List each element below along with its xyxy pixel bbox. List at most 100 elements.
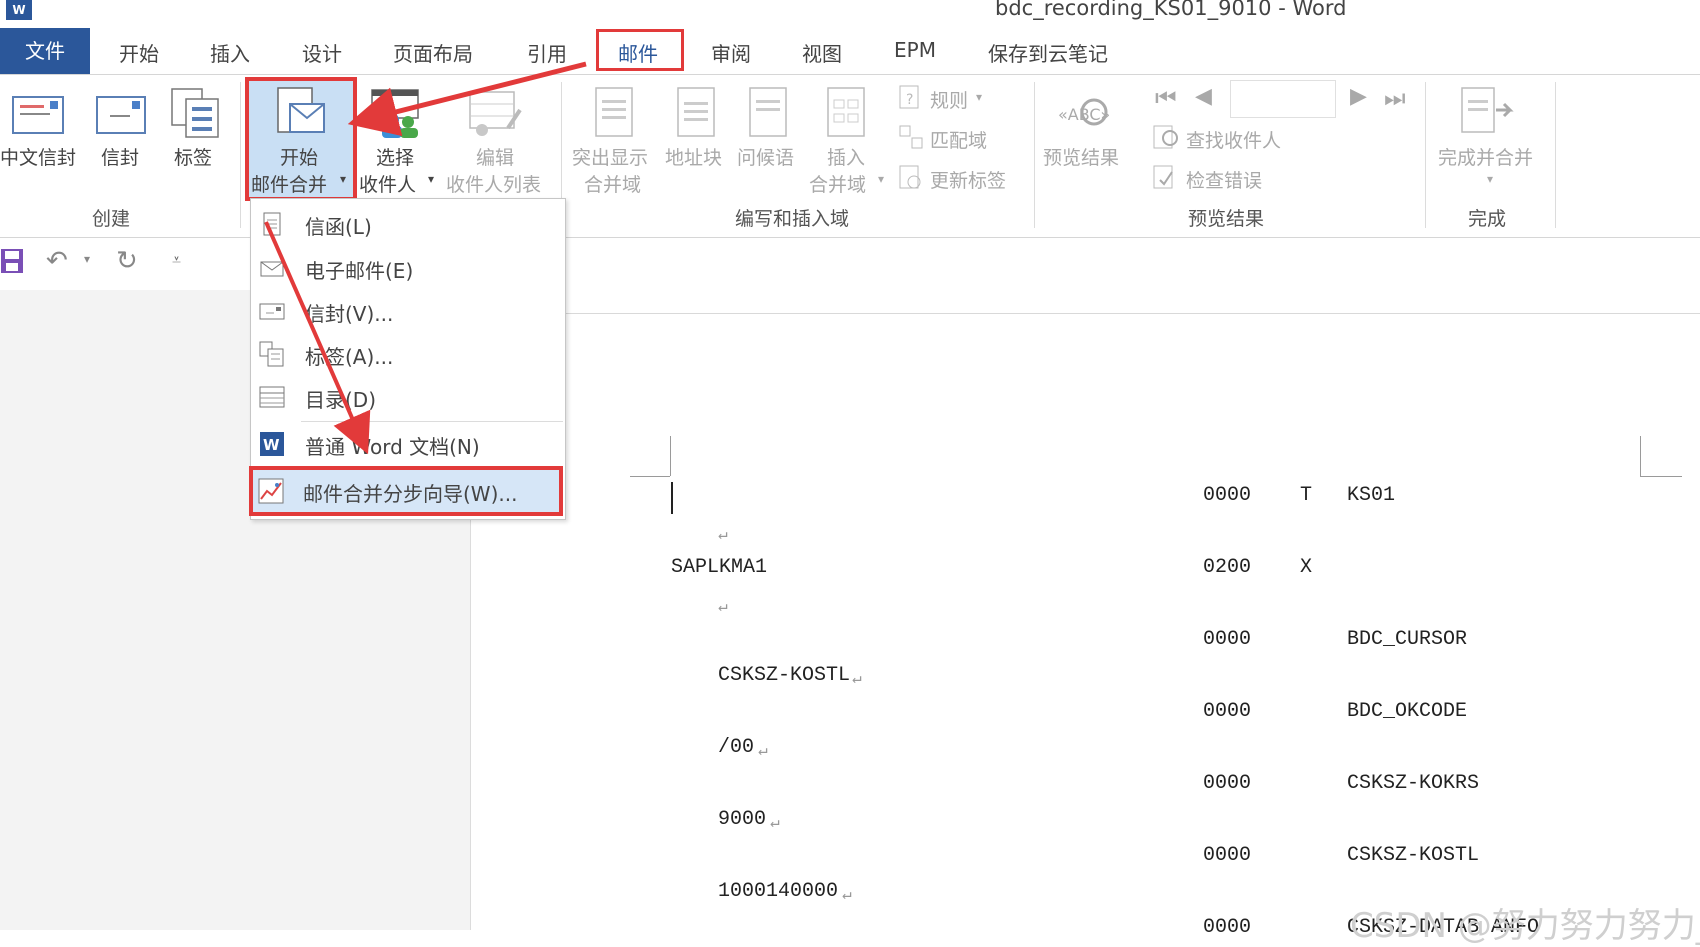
- menu-item-mail-merge-wizard[interactable]: 邮件合并分步向导(W)...: [249, 466, 563, 516]
- menu-separator: [301, 421, 563, 422]
- record-number-input: [1230, 80, 1336, 118]
- tab-review[interactable]: 审阅: [711, 38, 751, 67]
- tab-home[interactable]: 开始: [119, 38, 159, 67]
- labels-icon: [259, 341, 284, 367]
- menu-item-label: 目录(D): [305, 388, 377, 412]
- match-fields-button: 匹配域: [930, 130, 988, 152]
- wizard-icon: [258, 478, 284, 504]
- tab-view[interactable]: 视图: [802, 38, 842, 67]
- chinese-envelope-button[interactable]: 中文信封: [0, 143, 76, 170]
- match-fields-icon: [899, 125, 923, 149]
- doc-code: 0000: [1203, 916, 1252, 932]
- menu-item-envelopes[interactable]: 信封(V)...: [251, 290, 565, 332]
- tab-file[interactable]: 文件: [0, 28, 90, 74]
- dropdown-arrow-icon: ▾: [1487, 172, 1494, 186]
- group-label-write-insert-fields: 编写和插入域: [735, 208, 850, 230]
- redo-icon[interactable]: ↻: [116, 246, 138, 276]
- menu-item-letters[interactable]: 信函(L): [251, 203, 565, 245]
- doc-line: CSKSZ-KOSTL: [718, 664, 851, 687]
- next-record-icon: ▶: [1350, 84, 1367, 109]
- doc-line: 1000140000: [718, 880, 839, 903]
- start-mail-merge-label-2[interactable]: 邮件合并: [251, 170, 327, 197]
- window-title: bdc_recording_KS01_9010 - Word: [995, 0, 1347, 20]
- find-recipient-icon: [1153, 125, 1178, 149]
- crop-mark: [1640, 476, 1682, 477]
- undo-icon[interactable]: ↶: [46, 246, 68, 276]
- menu-item-label: 信函(L): [305, 215, 372, 239]
- doc-line: /00: [718, 736, 755, 759]
- insert-merge-field-label-2: 合并域: [809, 174, 867, 196]
- crop-mark: [630, 476, 670, 477]
- doc-code: 0000: [1203, 772, 1252, 795]
- menu-item-label: 普通 Word 文档(N): [305, 435, 480, 459]
- word-app-icon[interactable]: W: [6, 0, 32, 20]
- select-recipients-label[interactable]: 选择: [376, 143, 414, 170]
- menu-item-label: 电子邮件(E): [305, 259, 414, 283]
- menu-item-label: 邮件合并分步向导(W)...: [303, 482, 518, 506]
- doc-field: KS01: [1347, 484, 1396, 507]
- preview-results-button: 预览结果: [1043, 147, 1120, 169]
- doc-code: 0000: [1203, 700, 1252, 723]
- group-separator: [1425, 82, 1426, 228]
- update-labels-icon: [899, 165, 921, 189]
- tab-page-layout[interactable]: 页面布局: [393, 38, 473, 67]
- crop-mark: [670, 436, 671, 476]
- chinese-envelope-icon: [12, 96, 64, 134]
- menu-item-normal-word-document[interactable]: W 普通 Word 文档(N): [251, 423, 565, 465]
- paragraph-mark: ↵: [770, 814, 780, 832]
- group-label-finish: 完成: [1468, 208, 1507, 230]
- tab-insert[interactable]: 插入: [210, 38, 250, 67]
- document-page[interactable]: [562, 313, 1700, 934]
- tab-mailings-highlight: [596, 29, 684, 71]
- doc-flag: X: [1300, 556, 1313, 579]
- doc-line: SAPLKMA1: [671, 556, 768, 579]
- group-label-create: 创建: [92, 208, 131, 230]
- directory-icon: [259, 386, 285, 408]
- group-separator: [240, 82, 241, 228]
- customize-toolbar-icon[interactable]: ⩡: [172, 250, 181, 270]
- doc-line: 9000: [718, 808, 767, 831]
- menu-item-email[interactable]: 电子邮件(E): [251, 247, 565, 289]
- menu-item-directory[interactable]: 目录(D): [251, 376, 565, 418]
- doc-code: 0000: [1203, 844, 1252, 867]
- tab-design[interactable]: 设计: [302, 38, 342, 67]
- envelope-button[interactable]: 信封: [101, 143, 139, 170]
- previous-record-icon: ◀: [1195, 84, 1212, 109]
- doc-field: BDC_CURSOR: [1347, 628, 1468, 651]
- menu-item-labels[interactable]: 标签(A)...: [251, 333, 565, 375]
- dropdown-arrow-icon: ▾: [878, 172, 885, 186]
- menu-item-label: 信封(V)...: [305, 302, 394, 326]
- labels-icon: [171, 88, 219, 138]
- group-separator: [1555, 82, 1556, 228]
- greeting-line-icon: [749, 87, 787, 137]
- doc-field: CSKSZ-KOSTL: [1347, 844, 1480, 867]
- highlight-merge-fields-icon: [595, 87, 633, 137]
- watermark: CSDN @努力努力努力_: [1350, 906, 1700, 946]
- doc-field: BDC_OKCODE: [1347, 700, 1468, 723]
- paragraph-mark: ↵: [718, 526, 728, 544]
- tab-save-to-cloud-notes[interactable]: 保存到云笔记: [988, 38, 1108, 67]
- update-labels-button: 更新标签: [930, 170, 1007, 192]
- select-recipients-label-2[interactable]: 收件人: [359, 170, 416, 197]
- svg-text:W: W: [263, 436, 280, 454]
- tab-epm[interactable]: EPM: [894, 38, 936, 62]
- check-errors-button: 检查错误: [1186, 170, 1263, 192]
- dropdown-arrow-icon[interactable]: ▾: [340, 172, 346, 186]
- address-block-label: 地址块: [665, 147, 723, 169]
- insert-merge-field-label: 插入: [827, 147, 866, 169]
- tab-references[interactable]: 引用: [527, 38, 567, 67]
- finish-merge-button: 完成并合并: [1438, 147, 1534, 169]
- dropdown-arrow-icon[interactable]: ▾: [428, 172, 434, 186]
- envelope-icon: [96, 96, 146, 134]
- letter-icon: [263, 212, 281, 236]
- group-label-preview-results: 预览结果: [1188, 208, 1265, 230]
- undo-dropdown-icon[interactable]: ▾: [84, 252, 90, 266]
- word-doc-icon: W: [260, 432, 284, 456]
- save-icon[interactable]: [0, 248, 24, 274]
- labels-button[interactable]: 标签: [174, 143, 212, 170]
- envelope-icon: [259, 303, 285, 320]
- email-icon: [260, 261, 284, 277]
- start-mail-merge-label[interactable]: 开始: [280, 143, 318, 170]
- check-errors-icon: [1153, 165, 1173, 189]
- paragraph-mark: ↵: [842, 886, 852, 904]
